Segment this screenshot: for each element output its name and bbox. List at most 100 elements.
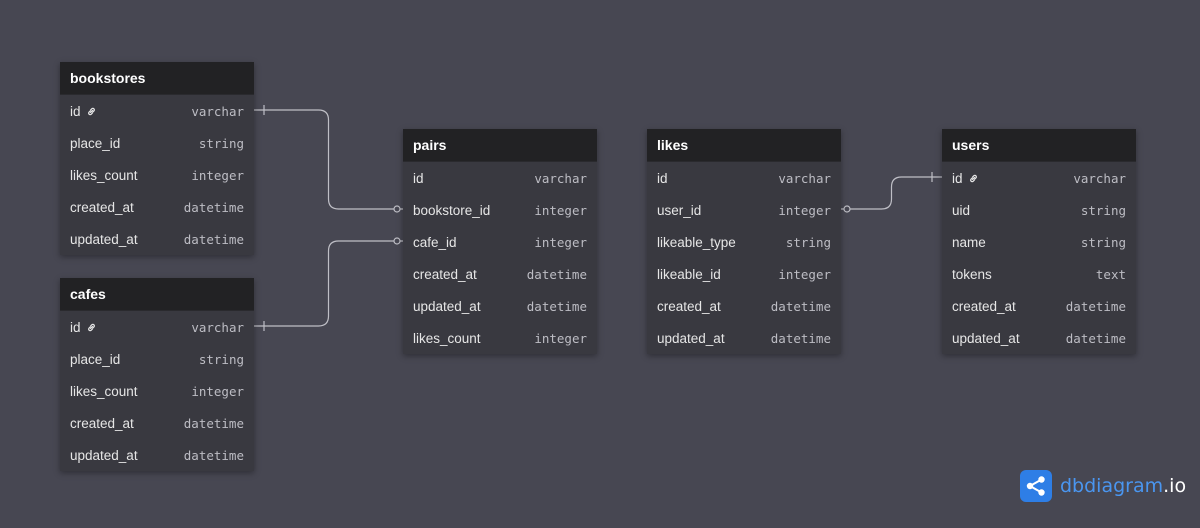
column-type: datetime [526, 266, 587, 282]
column-name-text: likeable_id [657, 266, 721, 282]
column-type: string [1080, 202, 1126, 218]
column-name-text: likes_count [70, 167, 138, 183]
column-row-pairs-cafe_id[interactable]: cafe_id integer [403, 226, 597, 258]
column-row-cafes-likes_count[interactable]: likes_count integer [60, 375, 254, 407]
column-name-text: place_id [70, 351, 121, 367]
column-name-text: created_at [657, 298, 721, 314]
column-name-text: likes_count [413, 330, 481, 346]
table-cafes[interactable]: cafes id varchar place_id string likes_count i… [60, 278, 254, 471]
column-row-likes-id[interactable]: id varchar [647, 162, 841, 194]
column-type: integer [191, 383, 244, 399]
column-row-cafes-place_id[interactable]: place_id string [60, 343, 254, 375]
column-name-text: uid [952, 202, 971, 218]
column-name: name [952, 235, 986, 250]
column-type: datetime [1065, 330, 1126, 346]
relation-cafes-pairs-line [254, 240, 403, 327]
column-type: integer [191, 167, 244, 183]
column-name: uid [952, 203, 970, 218]
column-row-pairs-updated_at[interactable]: updated_at datetime [403, 290, 597, 322]
column-name: created_at [70, 416, 134, 431]
column-name-text: updated_at [413, 298, 481, 314]
column-type: varchar [534, 170, 587, 186]
column-name-text: place_id [70, 135, 121, 151]
column-name: updated_at [70, 448, 138, 463]
table-pairs[interactable]: pairs id varchar bookstore_id integer cafe_id… [403, 129, 597, 354]
column-row-users-updated_at[interactable]: updated_at datetime [942, 322, 1136, 354]
link-icon [86, 106, 97, 117]
column-name: created_at [413, 267, 477, 282]
column-row-bookstores-id[interactable]: id varchar [60, 95, 254, 127]
relation-likes-users-line [841, 176, 942, 210]
column-name-text: name [952, 234, 986, 250]
column-type: string [785, 234, 831, 250]
column-name: id [657, 171, 668, 186]
column-name: cafe_id [413, 235, 457, 250]
column-name: created_at [952, 299, 1016, 314]
column-row-pairs-likes_count[interactable]: likes_count integer [403, 322, 597, 354]
column-row-likes-created_at[interactable]: created_at datetime [647, 290, 841, 322]
column-name-text: id [70, 319, 81, 335]
column-name: likes_count [70, 384, 138, 399]
column-row-cafes-updated_at[interactable]: updated_at datetime [60, 439, 254, 471]
column-name: id [70, 320, 97, 335]
column-row-bookstores-place_id[interactable]: place_id string [60, 127, 254, 159]
column-type: datetime [770, 330, 831, 346]
column-name: likes_count [413, 331, 481, 346]
column-name: bookstore_id [413, 203, 490, 218]
column-type: datetime [1065, 298, 1126, 314]
link-icon [968, 173, 979, 184]
column-row-cafes-id[interactable]: id varchar [60, 311, 254, 343]
column-name: updated_at [657, 331, 725, 346]
column-type: integer [534, 234, 587, 250]
column-name: place_id [70, 136, 120, 151]
column-type: datetime [183, 447, 244, 463]
column-row-bookstores-updated_at[interactable]: updated_at datetime [60, 223, 254, 255]
column-name: id [70, 104, 97, 119]
table-header-pairs[interactable]: pairs [403, 129, 597, 162]
column-row-users-created_at[interactable]: created_at datetime [942, 290, 1136, 322]
column-row-likes-updated_at[interactable]: updated_at datetime [647, 322, 841, 354]
column-name-text: created_at [70, 199, 134, 215]
column-row-bookstores-likes_count[interactable]: likes_count integer [60, 159, 254, 191]
table-users[interactable]: users id varchar uid string name string tokens t… [942, 129, 1136, 354]
column-row-likes-likeable_type[interactable]: likeable_type string [647, 226, 841, 258]
column-name-text: updated_at [70, 231, 138, 247]
column-name-text: likes_count [70, 383, 138, 399]
table-header-likes[interactable]: likes [647, 129, 841, 162]
column-name: updated_at [413, 299, 481, 314]
column-row-users-tokens[interactable]: tokens text [942, 258, 1136, 290]
column-name-text: user_id [657, 202, 702, 218]
column-name: created_at [657, 299, 721, 314]
column-row-users-name[interactable]: name string [942, 226, 1136, 258]
column-name-text: cafe_id [413, 234, 457, 250]
column-row-likes-likeable_id[interactable]: likeable_id integer [647, 258, 841, 290]
column-name: id [952, 171, 979, 186]
table-bookstores[interactable]: bookstores id varchar place_id string likes_c… [60, 62, 254, 255]
column-name-text: created_at [952, 298, 1016, 314]
column-type: integer [534, 330, 587, 346]
table-header-bookstores[interactable]: bookstores [60, 62, 254, 95]
column-row-pairs-created_at[interactable]: created_at datetime [403, 258, 597, 290]
table-likes[interactable]: likes id varchar user_id integer likeable_typ… [647, 129, 841, 354]
column-type: integer [778, 202, 831, 218]
column-row-bookstores-created_at[interactable]: created_at datetime [60, 191, 254, 223]
column-type: datetime [770, 298, 831, 314]
share-icon [1020, 470, 1052, 502]
column-type: varchar [191, 103, 244, 119]
table-header-users[interactable]: users [942, 129, 1136, 162]
table-header-cafes[interactable]: cafes [60, 278, 254, 311]
relation-bookstores-pairs-to-many-marker [393, 205, 401, 213]
column-row-pairs-id[interactable]: id varchar [403, 162, 597, 194]
column-type: datetime [183, 231, 244, 247]
column-row-users-id[interactable]: id varchar [942, 162, 1136, 194]
column-type: text [1095, 266, 1126, 282]
column-row-pairs-bookstore_id[interactable]: bookstore_id integer [403, 194, 597, 226]
column-row-users-uid[interactable]: uid string [942, 194, 1136, 226]
brand-logo[interactable]: dbdiagram.io [1020, 470, 1186, 502]
column-name: updated_at [70, 232, 138, 247]
column-type: datetime [183, 199, 244, 215]
column-name: id [413, 171, 424, 186]
column-row-cafes-created_at[interactable]: created_at datetime [60, 407, 254, 439]
column-row-likes-user_id[interactable]: user_id integer [647, 194, 841, 226]
column-type: integer [778, 266, 831, 282]
